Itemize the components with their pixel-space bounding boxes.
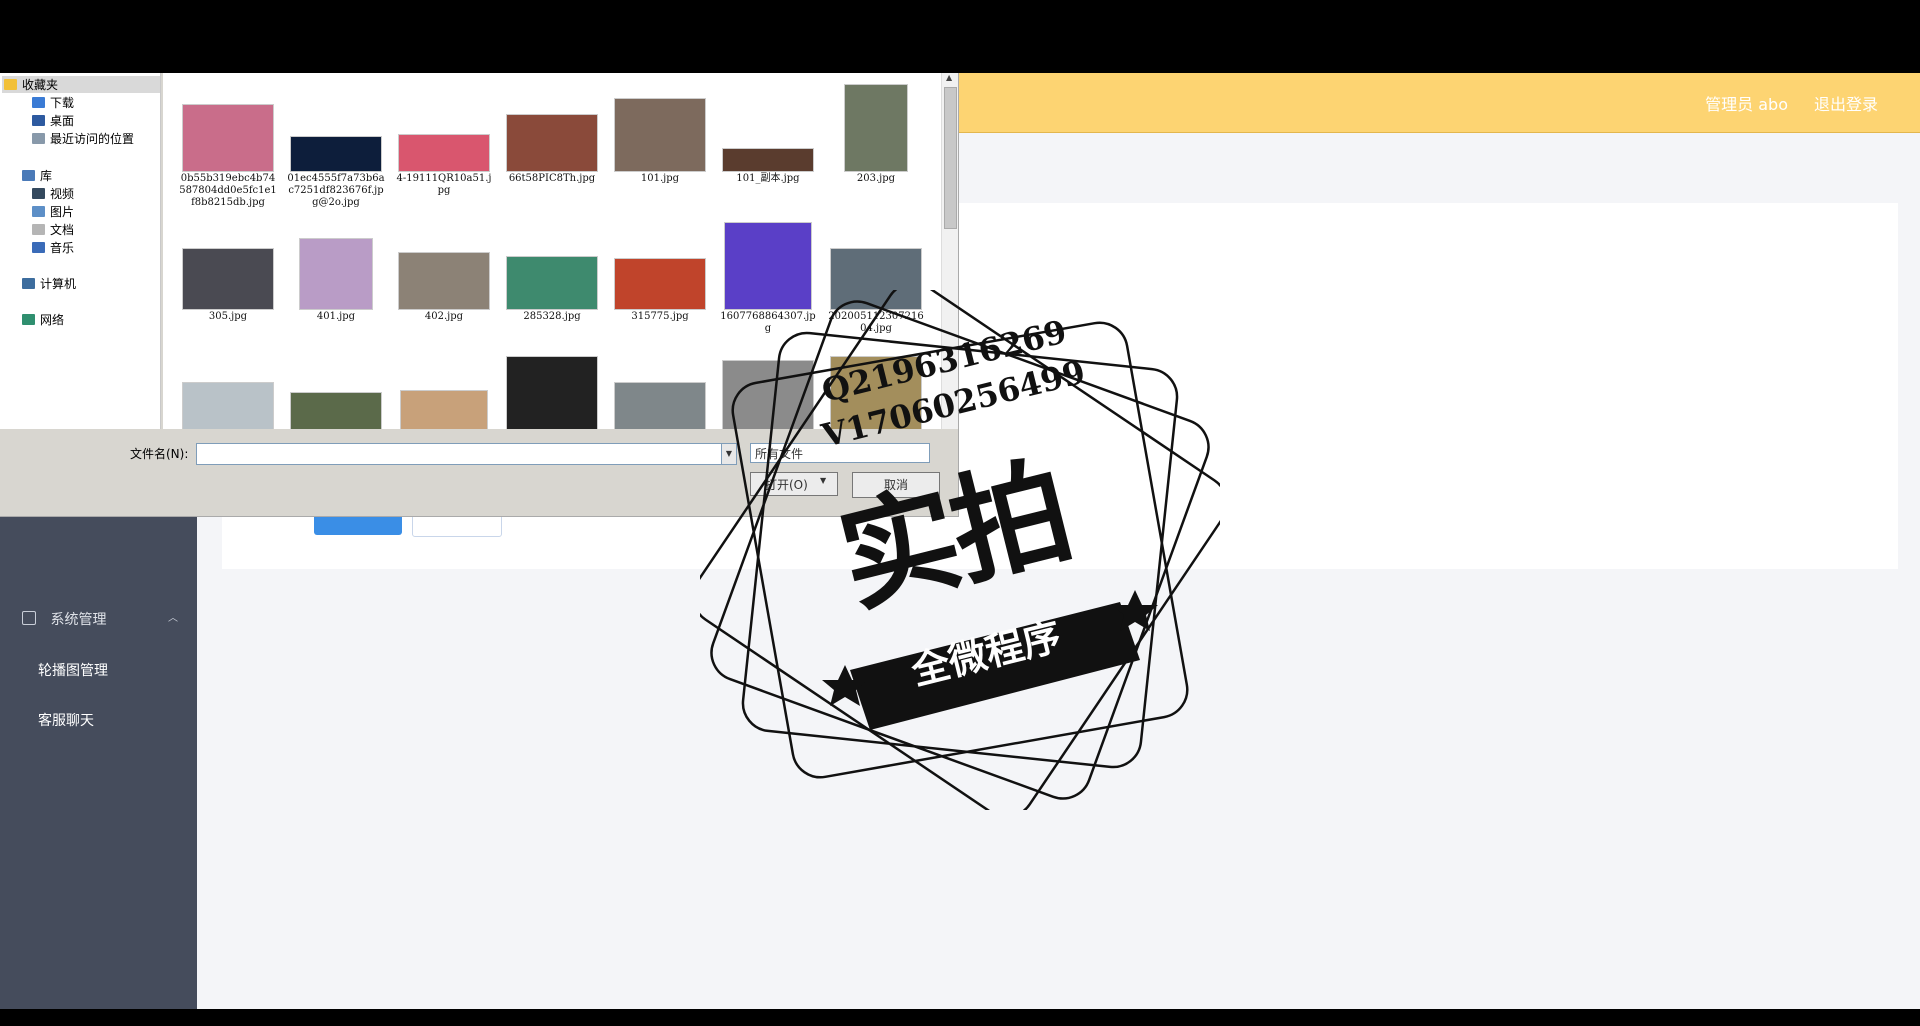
image-thumbnail xyxy=(398,134,490,172)
filename-label: 文件名(N): xyxy=(130,447,189,461)
tree-item-computer[interactable]: 计算机 xyxy=(22,275,76,292)
image-thumbnail xyxy=(830,248,922,310)
image-thumbnail xyxy=(722,148,814,172)
image-thumbnail xyxy=(844,84,908,172)
document-library-icon xyxy=(32,224,45,235)
image-thumbnail xyxy=(182,248,274,310)
file-name: 101_副本.jpg xyxy=(736,173,800,184)
file-thumbnail[interactable] xyxy=(610,352,710,429)
file-name: 285328.jpg xyxy=(523,311,581,322)
picture-library-icon xyxy=(32,206,45,217)
tree-item-videos[interactable]: 视频 xyxy=(32,185,74,202)
file-name: 0b55b319ebc4b74587804dd0e5fc1e1f8b8215db… xyxy=(179,173,277,208)
file-name: 305.jpg xyxy=(208,311,248,322)
folder-tree: 收藏夹 下载 桌面 最近访问的位置 库 视频 图片 文档 音乐 计算机 网络 xyxy=(0,73,161,429)
file-name: 1607768864307.jpg xyxy=(720,311,816,334)
tree-item-downloads[interactable]: 下载 xyxy=(32,94,74,111)
file-name: 4-19111QR10a51.jpg xyxy=(396,173,492,196)
file-thumbnail[interactable]: 20200511230721604.jpg xyxy=(826,214,926,344)
image-thumbnail xyxy=(182,104,274,172)
file-thumbnail[interactable] xyxy=(178,352,278,429)
library-icon xyxy=(22,170,35,181)
tree-item-documents[interactable]: 文档 xyxy=(32,221,74,238)
image-thumbnail xyxy=(400,390,488,429)
file-thumbnail[interactable]: 1607768864307.jpg xyxy=(718,214,818,344)
image-thumbnail xyxy=(290,136,382,172)
file-thumbnail[interactable] xyxy=(286,352,386,429)
sidebar-group-system[interactable]: 系统管理 ︿ xyxy=(22,609,182,629)
file-name: 315775.jpg xyxy=(631,311,689,322)
file-thumbnail[interactable]: 315775.jpg xyxy=(610,214,710,344)
file-thumbnail[interactable] xyxy=(502,352,602,429)
file-thumbnail[interactable]: 101_副本.jpg xyxy=(718,76,818,206)
tree-item-libraries[interactable]: 库 xyxy=(22,167,52,184)
file-thumbnail[interactable] xyxy=(394,352,494,429)
system-icon xyxy=(22,611,36,625)
file-name: 01ec4555f7a73b6ac7251df823676f.jpg@2o.jp… xyxy=(287,173,385,208)
image-thumbnail xyxy=(614,382,706,429)
file-thumbnail[interactable]: 401.jpg xyxy=(286,214,386,344)
desktop-icon xyxy=(32,115,45,126)
file-thumbnail[interactable]: 4-19111QR10a51.jpg xyxy=(394,76,494,206)
file-name: 401.jpg xyxy=(316,311,356,322)
image-thumbnail xyxy=(614,98,706,172)
download-folder-icon xyxy=(32,97,45,108)
sidebar-item-customer-chat[interactable]: 客服聊天 xyxy=(38,710,94,730)
file-open-dialog: 收藏夹 下载 桌面 最近访问的位置 库 视频 图片 文档 音乐 计算机 网络 0… xyxy=(0,73,959,517)
image-thumbnail xyxy=(290,392,382,429)
music-library-icon xyxy=(32,242,45,253)
image-thumbnail xyxy=(722,360,814,429)
scroll-up-icon[interactable]: ▲ xyxy=(946,73,952,82)
file-thumbnail[interactable] xyxy=(718,352,818,429)
file-thumbnail[interactable]: 285328.jpg xyxy=(502,214,602,344)
computer-icon xyxy=(22,278,35,289)
file-thumbnail[interactable]: 0b55b319ebc4b74587804dd0e5fc1e1f8b8215db… xyxy=(178,76,278,208)
image-thumbnail xyxy=(506,114,598,172)
filename-dropdown[interactable]: ▼ xyxy=(721,443,737,465)
scrollbar-thumb[interactable] xyxy=(944,87,957,229)
tree-item-music[interactable]: 音乐 xyxy=(32,239,74,256)
image-thumbnail xyxy=(182,382,274,429)
image-thumbnail xyxy=(299,238,373,310)
network-icon xyxy=(22,314,35,325)
file-thumbnail[interactable]: 203.jpg xyxy=(826,76,926,206)
image-thumbnail xyxy=(506,356,598,429)
chevron-up-icon: ︿ xyxy=(168,613,178,624)
image-thumbnail xyxy=(724,222,812,310)
tree-item-network[interactable]: 网络 xyxy=(22,311,64,328)
image-thumbnail xyxy=(614,258,706,310)
tree-item-favorites[interactable]: 收藏夹 xyxy=(2,76,160,93)
file-name: 101.jpg xyxy=(640,173,680,184)
user-label: 管理员 abo xyxy=(1705,95,1788,114)
recent-places-icon xyxy=(32,133,45,144)
file-thumbnail[interactable]: 305.jpg xyxy=(178,214,278,344)
tree-item-pictures[interactable]: 图片 xyxy=(32,203,74,220)
tree-item-desktop[interactable]: 桌面 xyxy=(32,112,74,129)
sidebar-item-carousel[interactable]: 轮播图管理 xyxy=(38,660,108,680)
image-thumbnail xyxy=(398,252,490,310)
file-name: 402.jpg xyxy=(424,311,464,322)
file-thumbnail[interactable]: 01ec4555f7a73b6ac7251df823676f.jpg@2o.jp… xyxy=(286,76,386,208)
star-icon xyxy=(4,79,17,90)
file-thumbnail[interactable]: 101.jpg xyxy=(610,76,710,206)
logout-link[interactable]: 退出登录 xyxy=(1814,91,1878,115)
file-name: 20200511230721604.jpg xyxy=(828,311,924,334)
filename-input[interactable] xyxy=(196,443,722,465)
video-library-icon xyxy=(32,188,45,199)
tree-item-recent[interactable]: 最近访问的位置 xyxy=(32,130,134,147)
image-thumbnail xyxy=(506,256,598,310)
sidebar-group-label: 系统管理 xyxy=(50,612,107,628)
file-thumbnail[interactable]: 66t58PIC8Th.jpg xyxy=(502,76,602,206)
file-name: 203.jpg xyxy=(856,173,896,184)
file-thumbnail[interactable]: 402.jpg xyxy=(394,214,494,344)
file-name: 66t58PIC8Th.jpg xyxy=(508,173,596,184)
screen-border-bottom xyxy=(0,1009,1920,1026)
